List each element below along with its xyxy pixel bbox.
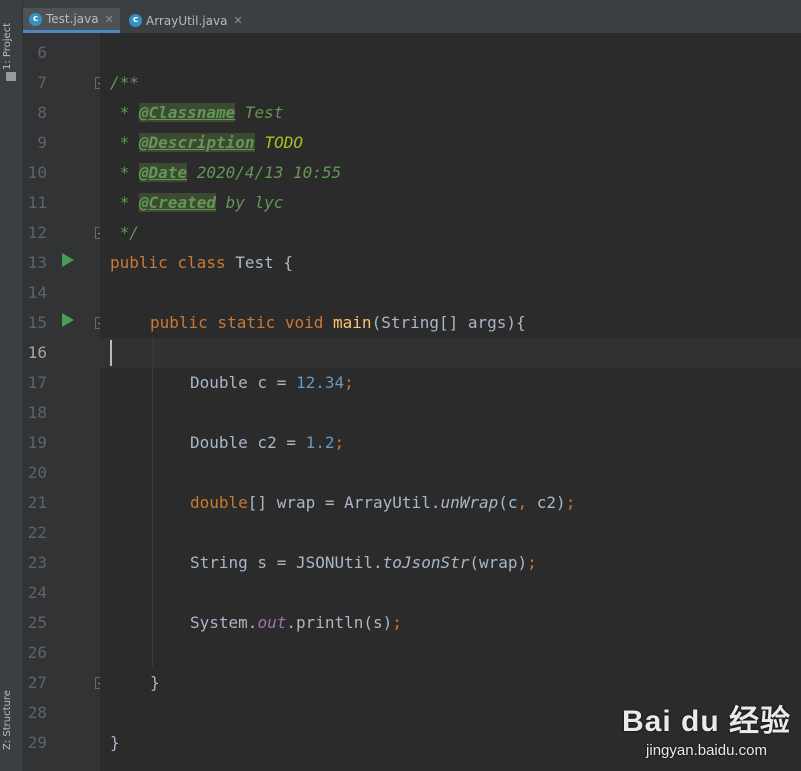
code-line-15: public static void main(String[] args){ [150, 313, 526, 332]
folder-icon [6, 72, 16, 81]
code-line-25: System.out.println(s); [190, 613, 402, 632]
tool-window-sidebar: 1: Project Z: Structure [0, 0, 23, 771]
code-line-12: */ [110, 223, 139, 242]
run-class-icon[interactable] [62, 253, 74, 267]
code-line-13: public class Test { [110, 253, 294, 272]
tab-label: ArrayUtil.java [146, 13, 228, 28]
line-number: 9 [37, 133, 47, 152]
project-tool-button[interactable]: 1: Project [2, 10, 20, 70]
line-number: 24 [27, 583, 47, 602]
line-number: 16 [27, 343, 47, 362]
line-number: 26 [27, 643, 47, 662]
close-icon[interactable]: ✕ [105, 13, 114, 26]
code-line-11: * @Created by lyc [110, 193, 284, 212]
line-number: 14 [27, 283, 47, 302]
editor-tab-bar: c Test.java ✕ c ArrayUtil.java ✕ [23, 8, 801, 34]
run-main-icon[interactable] [62, 313, 74, 327]
tab-label: Test.java [46, 12, 99, 26]
watermark-url: jingyan.baidu.com [646, 742, 767, 759]
line-number: 11 [27, 193, 47, 212]
line-number: 21 [27, 493, 47, 512]
code-line-8: * @Classname Test [110, 103, 284, 122]
indent-guide [152, 338, 153, 668]
code-line-23: String s = JSONUtil.toJsonStr(wrap); [190, 553, 537, 572]
line-number: 27 [27, 673, 47, 692]
code-line-27: } [150, 673, 160, 692]
line-number: 28 [27, 703, 47, 722]
code-editor[interactable]: /** * @Classname Test * @Description TODO… [100, 33, 801, 771]
editor-gutter: 6 7 8 9 10 11 12 13 14 15 16 17 18 19 20… [23, 33, 106, 771]
line-number: 10 [27, 163, 47, 182]
code-line-9: * @Description TODO [110, 133, 304, 152]
tab-test-java[interactable]: c Test.java ✕ [23, 8, 120, 33]
java-class-icon: c [129, 14, 142, 27]
line-number: 23 [27, 553, 47, 572]
line-number: 12 [27, 223, 47, 242]
java-class-icon: c [29, 12, 42, 26]
code-line-19: Double c2 = 1.2; [190, 433, 345, 452]
editor-top-strip [23, 0, 801, 8]
close-icon[interactable]: ✕ [233, 14, 242, 27]
code-line-17: Double c = 12.34; [190, 373, 354, 392]
baidu-logo: Bai du 经验 [621, 705, 791, 738]
code-line-29: } [110, 733, 120, 752]
line-number: 13 [27, 253, 47, 272]
code-line-7: /** [110, 73, 139, 92]
tab-arrayutil-java[interactable]: c ArrayUtil.java ✕ [123, 8, 251, 33]
line-number: 6 [37, 43, 47, 62]
line-number: 29 [27, 733, 47, 752]
line-number: 15 [27, 313, 47, 332]
line-number: 19 [27, 433, 47, 452]
line-number: 17 [27, 373, 47, 392]
baidu-jingyan-watermark: Bai du 经验 jingyan.baidu.com [622, 696, 791, 759]
line-number: 7 [37, 73, 47, 92]
line-number: 25 [27, 613, 47, 632]
line-number: 20 [27, 463, 47, 482]
text-caret [110, 340, 112, 366]
line-number: 18 [27, 403, 47, 422]
current-line-highlight [100, 338, 801, 368]
structure-tool-button[interactable]: Z: Structure [2, 680, 20, 750]
line-number: 22 [27, 523, 47, 542]
code-line-21: double[] wrap = ArrayUtil.unWrap(c, c2); [190, 493, 576, 512]
line-number: 8 [37, 103, 47, 122]
code-line-10: * @Date 2020/4/13 10:55 [110, 163, 342, 182]
